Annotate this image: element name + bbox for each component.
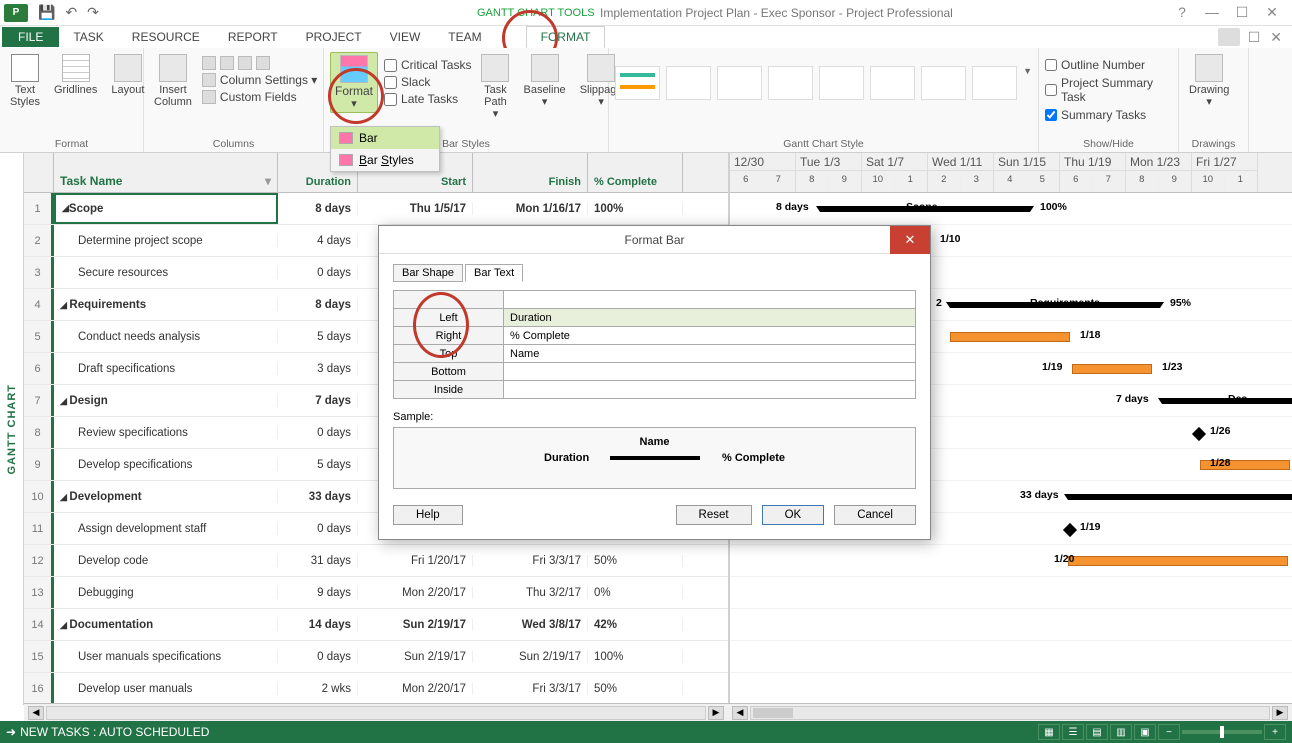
maximize-icon[interactable]: ☐	[1228, 4, 1256, 21]
group-label-drawings: Drawings	[1185, 136, 1242, 150]
window-close-icon[interactable]: ✕	[1270, 29, 1282, 46]
document-title: Implementation Project Plan - Exec Spons…	[600, 6, 953, 20]
scrollbar-left[interactable]: ◀▶	[24, 703, 728, 721]
row-top[interactable]: Top	[394, 345, 504, 363]
view-shortcut-4[interactable]: ▥	[1110, 724, 1132, 740]
close-icon[interactable]: ✕	[1258, 4, 1286, 21]
qat-undo-icon[interactable]: ↶	[65, 4, 77, 21]
side-tab-gantt[interactable]: GANTT CHART	[0, 153, 24, 705]
bar-text-table: LeftDuration Right% Complete TopName Bot…	[393, 290, 916, 399]
bar-styles-icon	[339, 154, 353, 166]
group-label-gantt: Gantt Chart Style	[615, 136, 1032, 150]
task-row[interactable]: 13Debugging9 daysMon 2/20/17Thu 3/2/170%	[24, 577, 728, 609]
view-shortcut-1[interactable]: ▦	[1038, 724, 1060, 740]
qat-save-icon[interactable]: 💾	[38, 4, 55, 21]
field-left[interactable]: Duration	[504, 309, 916, 327]
tab-resource[interactable]: RESOURCE	[118, 27, 214, 47]
ribbon-collapse-icon[interactable]: ☐	[1248, 29, 1261, 46]
row-inside[interactable]: Inside	[394, 381, 504, 399]
text-styles-button[interactable]: TextStyles	[6, 52, 44, 110]
dialog-tab-barshape[interactable]: Bar Shape	[393, 264, 463, 282]
field-bottom[interactable]	[504, 363, 916, 381]
drawing-button[interactable]: Drawing▾	[1185, 52, 1233, 110]
ok-button[interactable]: OK	[762, 505, 825, 525]
group-label-format: Format	[6, 136, 137, 150]
tab-task[interactable]: TASK	[59, 27, 117, 47]
field-top[interactable]: Name	[504, 345, 916, 363]
col-header-task[interactable]: Task Name▾	[54, 153, 278, 192]
gridlines-button[interactable]: Gridlines	[50, 52, 101, 98]
col-header-pct[interactable]: % Complete	[588, 153, 683, 192]
tab-view[interactable]: VIEW	[376, 27, 435, 47]
scrollbar-right[interactable]: ◀▶	[728, 703, 1292, 721]
task-path-button[interactable]: TaskPath ▾	[477, 52, 513, 122]
zoom-in[interactable]: +	[1264, 724, 1286, 740]
view-shortcut-3[interactable]: ▤	[1086, 724, 1108, 740]
dialog-tab-bartext[interactable]: Bar Text	[465, 264, 523, 282]
row-bottom[interactable]: Bottom	[394, 363, 504, 381]
custom-fields-button[interactable]: Custom Fields	[202, 90, 317, 104]
group-label-showhide: Show/Hide	[1045, 136, 1172, 150]
tab-project[interactable]: PROJECT	[292, 27, 376, 47]
qat-redo-icon[interactable]: ↷	[87, 4, 99, 21]
app-icon: P	[4, 4, 28, 22]
task-row[interactable]: 14Documentation14 daysSun 2/19/17Wed 3/8…	[24, 609, 728, 641]
task-row[interactable]: 15User manuals specifications0 daysSun 2…	[24, 641, 728, 673]
column-settings-button[interactable]: Column Settings ▾	[202, 73, 317, 87]
project-summary-checkbox[interactable]: Project Summary Task	[1045, 76, 1172, 104]
format-dropdown-menu: Bar Bar Styles	[330, 126, 440, 172]
late-tasks-checkbox[interactable]: Late Tasks	[384, 92, 471, 106]
gantt-row	[730, 609, 1292, 641]
format-bar-dialog: Format Bar ✕ Bar Shape Bar Text LeftDurat…	[378, 225, 931, 540]
gantt-row: 1/20	[730, 545, 1292, 577]
field-inside[interactable]	[504, 381, 916, 399]
row-right[interactable]: Right	[394, 327, 504, 345]
view-shortcut-5[interactable]: ▣	[1134, 724, 1156, 740]
sample-label: Sample:	[393, 411, 916, 423]
gantt-style-gallery[interactable]: .gsitem:nth-child(1)::before{background:…	[615, 52, 1032, 136]
tab-report[interactable]: REPORT	[214, 27, 292, 47]
layout-button[interactable]: Layout	[107, 52, 148, 98]
cancel-button[interactable]: Cancel	[834, 505, 916, 525]
dialog-title: Format Bar	[624, 233, 684, 247]
view-shortcut-2[interactable]: ☰	[1062, 724, 1084, 740]
gantt-row	[730, 673, 1292, 705]
baseline-button[interactable]: Baseline▾	[519, 52, 569, 110]
gantt-row: 8 daysScope100%	[730, 193, 1292, 225]
menu-item-bar-styles[interactable]: Bar Styles	[331, 149, 439, 171]
new-tasks-icon: ➜	[6, 725, 16, 739]
sample-preview: Name Duration % Complete	[393, 427, 916, 489]
gantt-row	[730, 641, 1292, 673]
minimize-icon[interactable]: —	[1198, 4, 1226, 21]
tab-format[interactable]: FORMAT	[526, 26, 606, 48]
summary-tasks-checkbox[interactable]: Summary Tasks	[1045, 108, 1172, 122]
contextual-tab-label: GANTT CHART TOOLS	[477, 7, 595, 19]
slack-checkbox[interactable]: Slack	[384, 75, 471, 89]
user-avatar[interactable]	[1218, 28, 1240, 46]
zoom-out[interactable]: −	[1158, 724, 1180, 740]
field-right[interactable]: % Complete	[504, 327, 916, 345]
reset-button[interactable]: Reset	[676, 505, 752, 525]
row-left[interactable]: Left	[394, 309, 504, 327]
task-row[interactable]: 16Develop user manuals2 wksMon 2/20/17Fr…	[24, 673, 728, 705]
tab-team[interactable]: TEAM	[434, 27, 495, 47]
insert-column-button[interactable]: InsertColumn	[150, 52, 196, 110]
help-button[interactable]: Help	[393, 505, 463, 525]
status-bar: ➜NEW TASKS : AUTO SCHEDULED ▦ ☰ ▤ ▥ ▣ − …	[0, 721, 1292, 743]
col-header-finish[interactable]: Finish	[473, 153, 588, 192]
help-icon[interactable]: ?	[1168, 4, 1196, 21]
outline-number-checkbox[interactable]: Outline Number	[1045, 58, 1172, 72]
tab-file[interactable]: FILE	[2, 27, 59, 47]
task-row[interactable]: 1Scope8 daysThu 1/5/17Mon 1/16/17100%	[24, 193, 728, 225]
group-label-columns: Columns	[150, 136, 317, 150]
critical-tasks-checkbox[interactable]: Critical Tasks	[384, 58, 471, 72]
gantt-row	[730, 577, 1292, 609]
bar-icon	[339, 132, 353, 144]
status-message: NEW TASKS : AUTO SCHEDULED	[20, 725, 209, 739]
dialog-close-button[interactable]: ✕	[890, 226, 930, 254]
menu-item-bar[interactable]: Bar	[331, 127, 439, 149]
format-bar-button[interactable]: Format▾	[330, 52, 378, 113]
align-buttons[interactable]	[202, 56, 317, 70]
task-row[interactable]: 12Develop code31 daysFri 1/20/17Fri 3/3/…	[24, 545, 728, 577]
